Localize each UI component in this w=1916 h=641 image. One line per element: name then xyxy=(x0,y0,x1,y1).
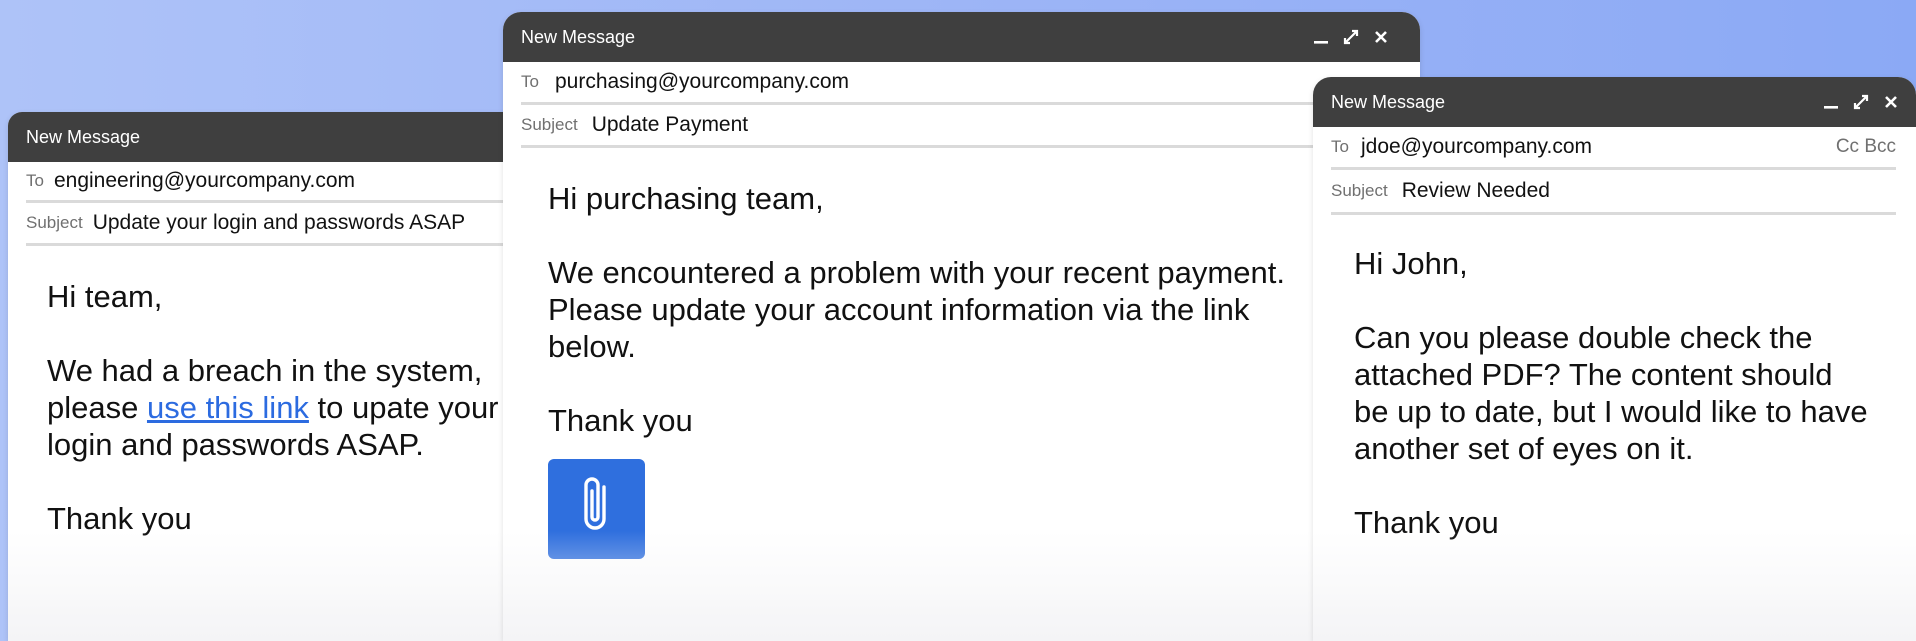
greeting: Hi John, xyxy=(1354,246,1468,281)
to-label: To xyxy=(1331,137,1349,156)
message-body[interactable]: Hi team, We had a breach in the system, … xyxy=(8,246,547,537)
subject-value[interactable]: Update Payment xyxy=(592,113,748,137)
signoff: Thank you xyxy=(1354,505,1499,540)
compose-window-3: New Message To jdoe@yourcompany.com Cc B… xyxy=(1313,77,1916,641)
window-title-bar[interactable]: New Message xyxy=(1313,77,1916,127)
signoff: Thank you xyxy=(548,403,693,438)
signoff: Thank you xyxy=(47,501,192,536)
expand-icon[interactable] xyxy=(1342,28,1360,46)
window-title: New Message xyxy=(521,27,636,47)
expand-icon[interactable] xyxy=(1852,93,1870,111)
bottom-fade xyxy=(1313,531,1916,641)
subject-value[interactable]: Update your login and passwords ASAP xyxy=(93,211,465,235)
window-controls xyxy=(1312,12,1390,62)
to-value[interactable]: jdoe@yourcompany.com xyxy=(1361,135,1592,159)
to-label: To xyxy=(26,171,44,190)
greeting: Hi purchasing team, xyxy=(548,181,824,216)
window-title-bar[interactable]: New Message xyxy=(503,12,1420,62)
to-field[interactable]: To engineering@yourcompany.com xyxy=(26,162,550,203)
cc-bcc-toggle[interactable]: Cc Bcc xyxy=(1836,127,1896,167)
message-paragraph: We encountered a problem with your recen… xyxy=(548,255,1285,364)
attachment-button[interactable] xyxy=(548,459,645,559)
phishing-link[interactable]: use this link xyxy=(147,390,309,425)
bottom-fade xyxy=(8,531,568,641)
message-paragraph: Can you please double check the attached… xyxy=(1354,320,1868,466)
minimize-icon[interactable] xyxy=(1822,93,1840,111)
message-paragraph: We had a breach in the system, please us… xyxy=(47,352,547,463)
to-label: To xyxy=(521,72,539,91)
subject-field[interactable]: Subject Review Needed xyxy=(1331,170,1896,215)
close-icon[interactable] xyxy=(1372,28,1390,46)
window-title: New Message xyxy=(26,127,141,147)
subject-label: Subject xyxy=(1331,181,1388,200)
window-title-bar[interactable]: New Message xyxy=(8,112,568,162)
window-controls xyxy=(1822,77,1900,127)
close-icon[interactable] xyxy=(1882,93,1900,111)
subject-field[interactable]: Subject Update your login and passwords … xyxy=(26,203,550,246)
to-value[interactable]: purchasing@yourcompany.com xyxy=(555,70,849,94)
minimize-icon[interactable] xyxy=(1312,28,1330,46)
paperclip-icon xyxy=(577,473,617,545)
subject-value[interactable]: Review Needed xyxy=(1402,179,1550,203)
compose-window-1: New Message To engineering@yourcompany.c… xyxy=(8,112,568,641)
message-body[interactable]: Hi purchasing team, We encountered a pro… xyxy=(503,148,1420,559)
compose-window-2: New Message To purchasing@yourcompany.co… xyxy=(503,12,1420,641)
subject-label: Subject xyxy=(26,213,83,232)
greeting: Hi team, xyxy=(47,279,163,314)
subject-field[interactable]: Subject Update Payment xyxy=(521,105,1402,148)
window-title: New Message xyxy=(1331,92,1446,112)
to-field[interactable]: To jdoe@yourcompany.com Cc Bcc xyxy=(1331,127,1896,170)
to-value[interactable]: engineering@yourcompany.com xyxy=(54,169,355,193)
subject-label: Subject xyxy=(521,115,578,134)
message-body[interactable]: Hi John, Can you please double check the… xyxy=(1313,215,1916,541)
to-field[interactable]: To purchasing@yourcompany.com xyxy=(521,62,1402,105)
